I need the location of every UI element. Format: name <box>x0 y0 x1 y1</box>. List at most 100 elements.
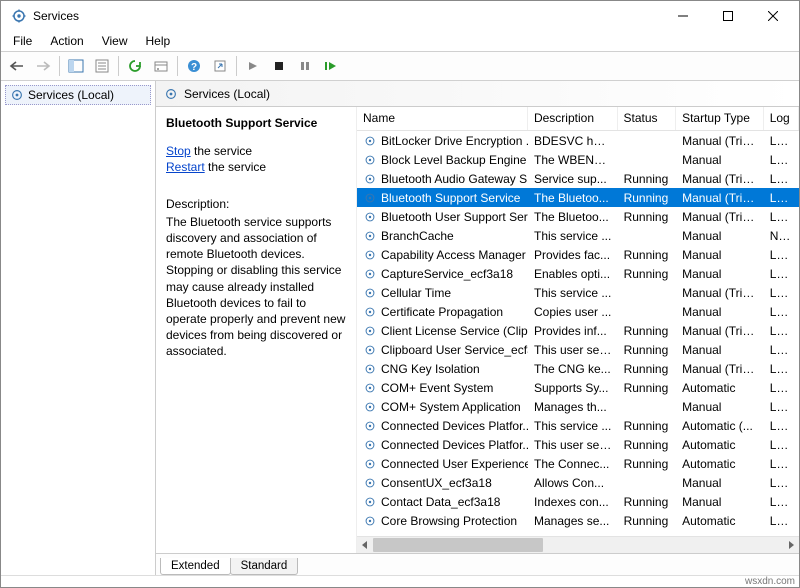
restart-service-button[interactable] <box>319 54 343 78</box>
service-row[interactable]: Clipboard User Service_ecf3...This user … <box>357 340 799 359</box>
refresh-button[interactable] <box>123 54 147 78</box>
service-description: Supports Sy... <box>528 380 618 396</box>
service-status: Running <box>618 190 677 206</box>
service-row[interactable]: Block Level Backup Engine ...The WBENG..… <box>357 150 799 169</box>
gear-icon <box>363 419 377 433</box>
service-startup: Manual <box>676 475 764 491</box>
service-logon: Loca <box>764 513 799 529</box>
service-name: Cellular Time <box>381 286 451 300</box>
gear-icon <box>363 476 377 490</box>
scroll-thumb[interactable] <box>373 538 543 552</box>
show-hide-tree-button[interactable] <box>64 54 88 78</box>
gear-icon <box>363 324 377 338</box>
service-row[interactable]: CaptureService_ecf3a18Enables opti...Run… <box>357 264 799 283</box>
service-name: CNG Key Isolation <box>381 362 480 376</box>
service-row[interactable]: Contact Data_ecf3a18Indexes con...Runnin… <box>357 492 799 511</box>
service-description: BDESVC hos... <box>528 133 618 149</box>
properties-button[interactable] <box>149 54 173 78</box>
start-service-button[interactable] <box>241 54 265 78</box>
gear-icon <box>363 438 377 452</box>
service-description: Enables opti... <box>528 266 618 282</box>
tab-extended[interactable]: Extended <box>160 558 231 575</box>
service-row[interactable]: BranchCacheThis service ...ManualNetv <box>357 226 799 245</box>
service-row[interactable]: COM+ Event SystemSupports Sy...RunningAu… <box>357 378 799 397</box>
close-button[interactable] <box>750 2 795 30</box>
service-name: Bluetooth User Support Ser... <box>381 210 528 224</box>
service-row[interactable]: Capability Access Manager ...Provides fa… <box>357 245 799 264</box>
service-row[interactable]: Connected User Experience...The Connec..… <box>357 454 799 473</box>
service-startup: Manual <box>676 399 764 415</box>
service-description: The Bluetoo... <box>528 209 618 225</box>
service-row[interactable]: ConsentUX_ecf3a18Allows Con...ManualLoca <box>357 473 799 492</box>
back-button[interactable] <box>5 54 29 78</box>
service-row[interactable]: BitLocker Drive Encryption ...BDESVC hos… <box>357 131 799 150</box>
service-row[interactable]: Client License Service (ClipS...Provides… <box>357 321 799 340</box>
service-row[interactable]: Bluetooth Audio Gateway S...Service sup.… <box>357 169 799 188</box>
service-row[interactable]: Core Browsing ProtectionManages se...Run… <box>357 511 799 530</box>
col-description[interactable]: Description <box>528 107 618 130</box>
service-name: Clipboard User Service_ecf3... <box>381 343 528 357</box>
col-logon[interactable]: Log <box>764 107 799 130</box>
gear-icon <box>363 457 377 471</box>
gear-icon <box>363 172 377 186</box>
right-pane-header: Services (Local) <box>156 81 799 107</box>
col-name[interactable]: Name <box>357 107 528 130</box>
menu-view[interactable]: View <box>94 32 136 50</box>
help-button[interactable]: ? <box>182 54 206 78</box>
service-row[interactable]: CNG Key IsolationThe CNG ke...RunningMan… <box>357 359 799 378</box>
horizontal-scrollbar[interactable] <box>357 536 799 553</box>
service-row[interactable]: Bluetooth Support ServiceThe Bluetoo...R… <box>357 188 799 207</box>
service-status <box>618 311 677 313</box>
service-startup: Manual (Trig... <box>676 171 764 187</box>
menu-action[interactable]: Action <box>42 32 91 50</box>
service-startup: Manual <box>676 342 764 358</box>
service-row[interactable]: Connected Devices Platfor...This user se… <box>357 435 799 454</box>
export-button[interactable] <box>208 54 232 78</box>
gear-icon <box>363 286 377 300</box>
gear-icon <box>363 514 377 528</box>
tree-node-label: Services (Local) <box>28 88 114 102</box>
tab-standard[interactable]: Standard <box>230 558 299 575</box>
service-name: Block Level Backup Engine ... <box>381 153 528 167</box>
minimize-button[interactable] <box>660 2 705 30</box>
service-row[interactable]: Bluetooth User Support Ser...The Bluetoo… <box>357 207 799 226</box>
gear-icon <box>164 87 178 101</box>
service-status: Running <box>618 342 677 358</box>
scroll-left-arrow[interactable] <box>357 537 373 553</box>
pause-service-button[interactable] <box>293 54 317 78</box>
col-startup[interactable]: Startup Type <box>676 107 764 130</box>
menu-help[interactable]: Help <box>138 32 179 50</box>
tree-node-services-local[interactable]: Services (Local) <box>5 85 151 105</box>
scroll-right-arrow[interactable] <box>783 537 799 553</box>
service-description: Allows Con... <box>528 475 618 491</box>
service-description: The WBENG... <box>528 152 618 168</box>
service-status: Running <box>618 418 677 434</box>
service-row[interactable]: Connected Devices Platfor...This service… <box>357 416 799 435</box>
service-name: BitLocker Drive Encryption ... <box>381 134 528 148</box>
window-buttons <box>660 2 795 30</box>
restart-link[interactable]: Restart <box>166 160 205 174</box>
forward-button[interactable] <box>31 54 55 78</box>
service-logon: Netv <box>764 228 799 244</box>
service-status <box>618 140 677 142</box>
service-status: Running <box>618 456 677 472</box>
stop-link[interactable]: Stop <box>166 144 191 158</box>
col-status[interactable]: Status <box>618 107 677 130</box>
service-logon: Loca <box>764 494 799 510</box>
service-row[interactable]: Certificate PropagationCopies user ...Ma… <box>357 302 799 321</box>
service-startup: Manual <box>676 247 764 263</box>
export-list-button[interactable] <box>90 54 114 78</box>
service-description: This user ser... <box>528 437 618 453</box>
service-row[interactable]: Cellular TimeThis service ...Manual (Tri… <box>357 283 799 302</box>
service-row[interactable]: COM+ System ApplicationManages th...Manu… <box>357 397 799 416</box>
menu-file[interactable]: File <box>5 32 40 50</box>
service-name: Capability Access Manager ... <box>381 248 528 262</box>
stop-service-button[interactable] <box>267 54 291 78</box>
service-status: Running <box>618 437 677 453</box>
maximize-button[interactable] <box>705 2 750 30</box>
view-tabs: Extended Standard <box>156 553 799 575</box>
menubar: File Action View Help <box>1 31 799 51</box>
service-description: This user ser... <box>528 342 618 358</box>
service-status: Running <box>618 209 677 225</box>
service-name: COM+ Event System <box>381 381 493 395</box>
